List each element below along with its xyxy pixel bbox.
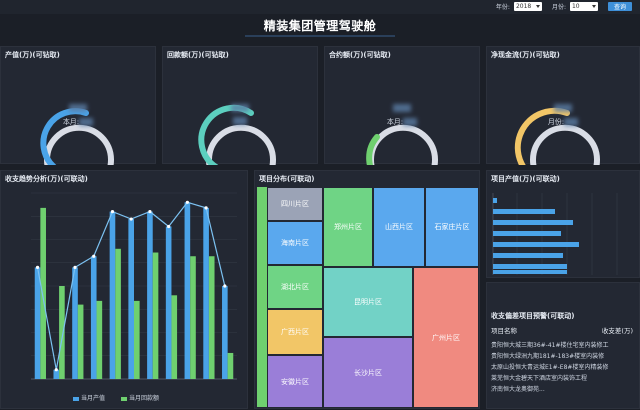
chevron-down-icon (535, 5, 540, 8)
bar-output (128, 219, 134, 379)
month-label: 月份: (551, 4, 566, 11)
rank-bar (493, 209, 555, 214)
year-value: 2018 (515, 3, 532, 10)
line-point (54, 368, 58, 372)
treemap-panel[interactable]: 项目分布(可联动) 四川片区 海南片区 湖北片区 广西片区 安徽片区 郑州片区 … (254, 170, 480, 409)
bar-payback (208, 256, 215, 379)
year-select[interactable]: 2018 (513, 2, 542, 11)
treemap-cell-hainan[interactable]: 海南片区 (267, 221, 323, 265)
rank-bar (493, 231, 561, 236)
treemap-cell-shijiazhuang[interactable]: 石家庄片区 (425, 187, 479, 267)
bar-payback (59, 286, 65, 379)
legend-item-output[interactable]: 当月产值 (73, 393, 105, 402)
table-row[interactable]: 济南恒大龙奥御苑... (491, 384, 633, 395)
kpi-panel-output[interactable]: 产值(万)(可钻取) 本月: (0, 46, 156, 165)
kpi-percent (325, 103, 479, 112)
line-point (167, 224, 171, 229)
line-point (92, 254, 96, 258)
kpi-sub (163, 117, 317, 125)
line-point (223, 284, 227, 288)
bar-output (147, 211, 153, 379)
bar-payback (40, 207, 46, 379)
bar-output (90, 256, 97, 379)
bar-output (165, 226, 172, 379)
month-value: 10 (571, 3, 580, 10)
bar-payback (134, 300, 140, 379)
kpi-sub: 本月: (325, 117, 479, 127)
treemap-cell-shanxi[interactable]: 山西片区 (373, 187, 425, 267)
kpi-percent (487, 103, 639, 112)
treemap-cell-zhengzhou[interactable]: 郑州片区 (323, 187, 373, 267)
bar-payback (152, 252, 159, 379)
warning-panel[interactable]: 收支偏差项目预警(可联动) 项目名称 收支差(万) 贵阳恒大城三期36#-41#… (486, 282, 640, 409)
col-name: 项目名称 (491, 327, 517, 335)
treemap-title: 项目分布(可联动) (259, 175, 315, 183)
month-select[interactable]: 10 (569, 2, 598, 11)
rank-bar (493, 270, 567, 274)
query-button[interactable]: 查询 (607, 2, 632, 11)
output-rank-chart (492, 193, 618, 275)
table-row[interactable]: 贵阳恒大城三期36#-41#楼住宅室内装修工 (491, 340, 633, 351)
kpi-panel-cashflow[interactable]: 净现金流(万)(可钻取) 月份: (486, 46, 640, 165)
title-underline (245, 35, 395, 37)
bar-output (222, 286, 228, 379)
bar-output (184, 202, 191, 379)
line-point (73, 265, 77, 269)
treemap-cell-sichuan[interactable]: 四川片区 (267, 187, 323, 221)
kpi-percent (163, 103, 317, 112)
table-row[interactable]: 太原山投恒大青运城E1#-E8#楼室内精装修 (491, 362, 633, 373)
kpi-panel-contract[interactable]: 合约额(万)(可钻取) 本月: (324, 46, 480, 165)
legend-item-payback[interactable]: 当月回款额 (121, 393, 159, 402)
warning-table-header: 项目名称 收支差(万) (491, 325, 633, 335)
line-point (185, 200, 189, 204)
rank-bar (493, 253, 563, 258)
rank-bar (493, 220, 573, 225)
bar-payback (227, 352, 234, 379)
bar-payback (96, 300, 103, 379)
rank-bar (493, 264, 567, 269)
kpi-sub: 月份: (487, 117, 639, 127)
line-point (35, 265, 40, 269)
bar-payback (115, 248, 121, 379)
bar-payback (190, 256, 196, 379)
year-label: 年份: (495, 4, 510, 11)
treemap-left-strip (257, 187, 267, 407)
treemap-cell-guangzhou[interactable]: 广州片区 (413, 267, 479, 408)
line-point (148, 210, 152, 214)
bar-payback (77, 304, 84, 379)
trend-chart (31, 192, 237, 380)
filter-group: 年份: 2018 月份: 10 查询 (496, 2, 632, 11)
page-title: 精装集团管理驾驶舱 (263, 18, 377, 33)
treemap-cell-anhui[interactable]: 安徽片区 (267, 355, 323, 408)
bar-output (203, 207, 209, 379)
kpi-percent (1, 103, 155, 112)
line-point (110, 210, 115, 214)
line-point (129, 217, 133, 221)
bar-output (72, 267, 78, 379)
bar-output (109, 211, 116, 379)
table-row[interactable]: 莱芜恒大金碧天下酒店室内装饰工程 (491, 373, 633, 384)
treemap-cell-guangxi[interactable]: 广西片区 (267, 309, 323, 355)
trend-legend: 当月产值 当月回款额 (73, 393, 159, 402)
bar-output (34, 267, 41, 379)
bar-payback (171, 295, 178, 379)
table-row[interactable]: 贵阳恒大绿洲九期181#-183#楼室内装修 (491, 351, 633, 362)
kpi-panel-payback[interactable]: 回款额(万)(可钻取) (162, 46, 318, 165)
treemap-cell-hubei[interactable]: 湖北片区 (267, 265, 323, 309)
treemap-cell-kunming[interactable]: 昆明片区 (323, 267, 413, 337)
kpi-sub: 本月: (1, 117, 155, 127)
col-value: 收支差(万) (601, 327, 633, 335)
legend-swatch (73, 396, 79, 401)
line-point (204, 206, 208, 210)
trend-panel[interactable]: 收支趋势分析(万)(可联动) 当月产值 当月回款额 (0, 170, 248, 409)
treemap-cell-changsha[interactable]: 长沙片区 (323, 337, 413, 408)
output-rank-panel[interactable]: 项目产值(万)(可联动) (486, 170, 640, 278)
top-filter-bar: 年份: 2018 月份: 10 查询 (0, 0, 640, 14)
warning-title: 收支偏差项目预警(可联动) (491, 312, 575, 320)
rank-bar (493, 198, 497, 203)
legend-swatch (121, 396, 128, 401)
rank-bar (493, 242, 579, 247)
warning-table: 项目名称 收支差(万) 贵阳恒大城三期36#-41#楼住宅室内装修工 贵阳恒大绿… (491, 325, 633, 395)
chevron-down-icon (591, 5, 596, 8)
